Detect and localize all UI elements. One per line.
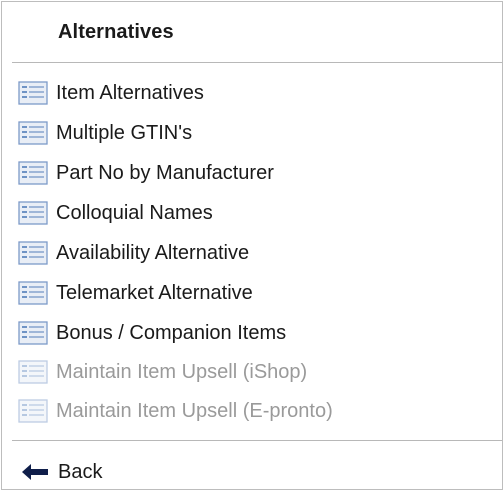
menu-item-label: Maintain Item Upsell (E-pronto) [56,399,333,422]
menu-item-maintain-item-upsell-ishop: Maintain Item Upsell (iShop) [18,357,307,387]
menu-item-label: Multiple GTIN's [56,121,193,144]
menu-item-part-no-by-manufacturer[interactable]: Part No by Manufacturer [18,158,274,188]
menu-item-availability-alternative[interactable]: Availability Alternative [18,238,249,268]
list-icon [18,360,48,384]
menu-item-label: Bonus / Companion Items [56,321,287,344]
menu-item-telemarket-alternative[interactable]: Telemarket Alternative [18,278,253,308]
list-icon [18,121,48,145]
back-label: Back [58,460,103,483]
menu-item-maintain-item-upsell-epronto: Maintain Item Upsell (E-pronto) [18,396,333,426]
menu-item-item-alternatives[interactable]: Item Alternatives [18,78,204,108]
list-icon [18,399,48,423]
alternatives-menu-panel: Alternatives Item Alternatives Multiple … [1,1,503,490]
menu-item-bonus-companion-items[interactable]: Bonus / Companion Items [18,318,286,348]
menu-item-multiple-gtins[interactable]: Multiple GTIN's [18,118,192,148]
menu-item-label: Colloquial Names [56,201,213,224]
list-icon [18,321,48,345]
list-icon [18,81,48,105]
title-divider [12,62,502,63]
menu-item-label: Telemarket Alternative [56,281,253,304]
menu-item-label: Maintain Item Upsell (iShop) [56,360,308,383]
list-icon [18,241,48,265]
footer-divider [12,440,502,441]
menu-item-colloquial-names[interactable]: Colloquial Names [18,198,213,228]
list-icon [18,281,48,305]
back-button[interactable]: Back [20,457,102,487]
menu-item-label: Availability Alternative [56,241,250,264]
menu-title: Alternatives [58,21,174,43]
menu-item-label: Item Alternatives [56,81,204,104]
menu-item-label: Part No by Manufacturer [56,161,274,184]
arrow-left-icon [22,464,48,480]
list-icon [18,161,48,185]
list-icon [18,201,48,225]
